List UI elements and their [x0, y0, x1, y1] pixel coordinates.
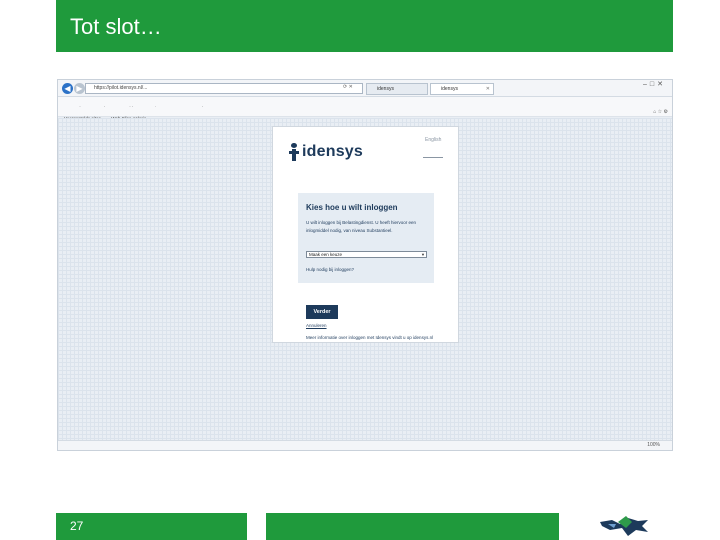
page-viewport: English idensys Kies hoe u wilt inloggen… — [58, 118, 672, 441]
tab-label: idensys — [377, 86, 394, 92]
next-button[interactable]: Verder — [306, 305, 338, 319]
forward-arrow-icon[interactable]: ▶ — [74, 83, 85, 94]
footer-info-text: Meer informatie over inloggen met Idensy… — [306, 335, 434, 340]
back-arrow-icon[interactable]: ◀ — [62, 83, 73, 94]
chevron-down-icon: ▼ — [421, 252, 425, 257]
login-card: English idensys Kies hoe u wilt inloggen… — [272, 126, 459, 343]
language-link[interactable]: English — [425, 137, 441, 143]
menu-bar: Bestand Bewerken Beeld Favorieten Extra … — [58, 97, 672, 111]
organization-logo-icon — [600, 516, 648, 536]
divider — [423, 157, 443, 158]
logo-figure-icon — [289, 143, 299, 161]
favorites-bar: Voorgestelde sites Web Slice-galerie — [58, 107, 672, 121]
browser-screenshot: ◀ ▶ https://pilot.idensys.nl/... ⟳ ✕ ide… — [57, 79, 673, 451]
footer-bar-left: 27 — [56, 513, 247, 540]
address-bar[interactable]: https://pilot.idensys.nl/... — [85, 83, 363, 94]
login-method-select[interactable]: Maak een keuze ▼ — [306, 251, 427, 258]
browser-toolbar: ◀ ▶ https://pilot.idensys.nl/... ⟳ ✕ ide… — [58, 80, 672, 97]
toolbar-icons[interactable]: ⌂ ☆ ⚙ — [653, 107, 668, 117]
slide-title: Tot slot… — [70, 14, 162, 39]
browser-tab-1[interactable]: idensys — [366, 83, 428, 95]
help-link[interactable]: Hulp nodig bij inloggen? — [306, 267, 354, 272]
refresh-icon[interactable]: ⟳ ✕ — [343, 84, 353, 90]
idensys-logo: idensys — [289, 141, 363, 163]
close-tab-icon[interactable]: ✕ — [486, 84, 490, 94]
login-heading: Kies hoe u wilt inloggen — [306, 203, 398, 212]
login-description: U wilt inloggen bij Belastingdienst. U h… — [306, 220, 417, 233]
title-bar: Tot slot… — [56, 0, 673, 52]
slide: Tot slot… ◀ ▶ https://pilot.idensys.nl/.… — [0, 0, 720, 540]
page-number: 27 — [70, 519, 84, 533]
tab-label: idensys — [441, 86, 458, 92]
logo-text: idensys — [302, 143, 363, 160]
footer-bar-middle — [266, 513, 559, 540]
login-method-panel: Kies hoe u wilt inloggen U wilt inloggen… — [298, 193, 434, 283]
browser-tab-2[interactable]: idensys ✕ — [430, 83, 494, 95]
window-controls[interactable]: –□✕ — [643, 80, 666, 88]
zoom-level[interactable]: 100% — [647, 442, 660, 448]
select-value: Maak een keuze — [309, 252, 343, 257]
cancel-link[interactable]: Annuleren — [306, 323, 327, 328]
status-bar: 100% — [58, 440, 672, 450]
